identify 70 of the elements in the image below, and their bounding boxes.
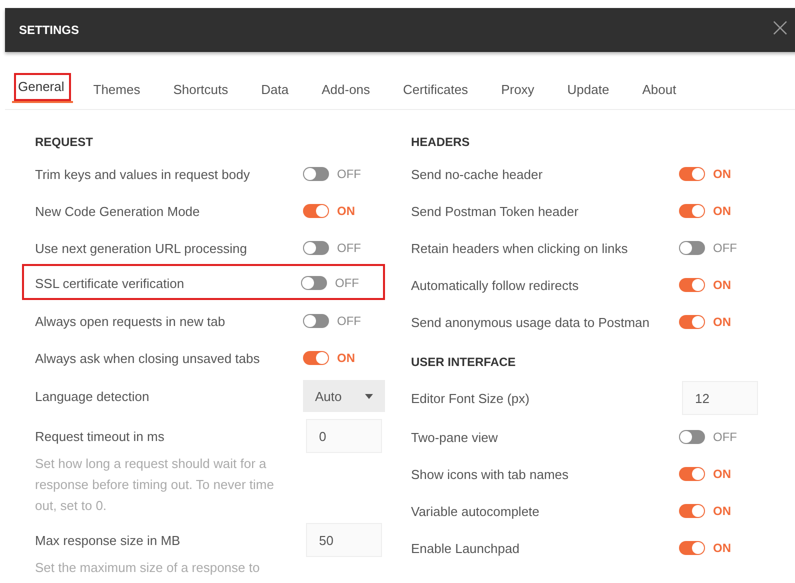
setting-label: Variable autocomplete	[411, 504, 540, 518]
tab[interactable]: Add-ons	[306, 71, 386, 109]
toggle-state: ON	[337, 204, 355, 218]
toggle-switch[interactable]	[679, 278, 705, 292]
section-heading: HEADERS	[411, 135, 471, 151]
setting-description: Set the maximum size of a response to	[35, 559, 261, 577]
toggle-switch[interactable]	[679, 430, 705, 444]
toggle-state: ON	[713, 278, 731, 292]
setting-label: Trim keys and values in request body	[35, 166, 250, 182]
close-button[interactable]: ×	[763, 15, 795, 45]
input-field[interactable]: 0	[306, 419, 382, 453]
toggle-switch[interactable]	[679, 315, 705, 329]
tab[interactable]: About	[626, 71, 692, 109]
toggle-switch[interactable]	[679, 467, 705, 481]
setting-label: Enable Launchpad	[411, 540, 520, 556]
tab[interactable]: Proxy	[485, 71, 550, 109]
input-field[interactable]: 50	[306, 523, 382, 557]
toggle-state: ON	[713, 167, 731, 181]
toggle-state: OFF	[713, 430, 737, 444]
language-dropdown[interactable]: Auto	[303, 380, 385, 412]
setting-label: Request timeout in ms	[35, 428, 164, 444]
toggle-switch[interactable]	[679, 504, 705, 518]
setting-label: New Code Generation Mode	[35, 204, 200, 218]
setting-label: Send anonymous usage data to Postman	[411, 314, 650, 330]
setting-label: Editor Font Size (px)	[411, 390, 530, 406]
toggle-state: OFF	[337, 241, 361, 255]
caret-icon	[365, 394, 373, 398]
toggle-state: OFF	[337, 167, 361, 181]
toggle-state: ON	[713, 467, 731, 481]
setting-label: Language detection	[35, 388, 150, 404]
toggle-switch[interactable]	[679, 167, 705, 181]
toggle-state: ON	[713, 504, 731, 518]
toggle-state: ON	[713, 541, 731, 555]
tab[interactable]: Data	[245, 71, 305, 109]
toggle-state: OFF	[713, 241, 737, 255]
setting-label: Always open requests in new tab	[35, 314, 226, 328]
setting-label: Send no-cache header	[411, 166, 543, 182]
toggle-switch[interactable]	[679, 241, 705, 255]
tab[interactable]: General	[12, 71, 74, 103]
section-heading: REQUEST	[35, 135, 94, 151]
setting-description: Set how long a request should wait for a response before timing out. To never time out, set to 0.	[35, 455, 275, 515]
toggle-state: ON	[713, 204, 731, 218]
toggle-state: OFF	[337, 314, 361, 328]
toggle-switch[interactable]	[301, 276, 327, 290]
tab[interactable]: Shortcuts	[157, 71, 244, 109]
toggle-switch[interactable]	[679, 541, 705, 555]
toggle-switch[interactable]	[303, 241, 329, 255]
setting-label: Send Postman Token header	[411, 204, 578, 218]
setting-label: Max response size in MB	[35, 532, 180, 548]
setting-label: Show icons with tab names	[411, 466, 569, 482]
setting-label: Automatically follow redirects	[411, 278, 579, 292]
section-heading: USER INTERFACE	[411, 355, 517, 371]
setting-label: Use next generation URL processing	[35, 240, 247, 256]
toggle-state: ON	[337, 351, 355, 365]
toggle-state: ON	[713, 315, 731, 329]
tab[interactable]: Update	[551, 71, 626, 109]
input-field[interactable]: 12	[682, 381, 758, 415]
setting-label: SSL certificate verification	[35, 276, 184, 290]
toggle-switch[interactable]	[303, 314, 329, 328]
toggle-switch[interactable]	[303, 351, 329, 365]
setting-label: Retain headers when clicking on links	[411, 240, 628, 256]
setting-label: Always ask when closing unsaved tabs	[35, 350, 260, 366]
toggle-state: OFF	[335, 276, 359, 290]
setting-label: Two-pane view	[411, 430, 498, 444]
tab[interactable]: Certificates	[387, 71, 484, 109]
toggle-switch[interactable]	[303, 167, 329, 181]
tab[interactable]: Themes	[77, 71, 156, 109]
toggle-switch[interactable]	[679, 204, 705, 218]
toggle-switch[interactable]	[303, 204, 329, 218]
window-title: SETTINGS	[19, 23, 80, 37]
